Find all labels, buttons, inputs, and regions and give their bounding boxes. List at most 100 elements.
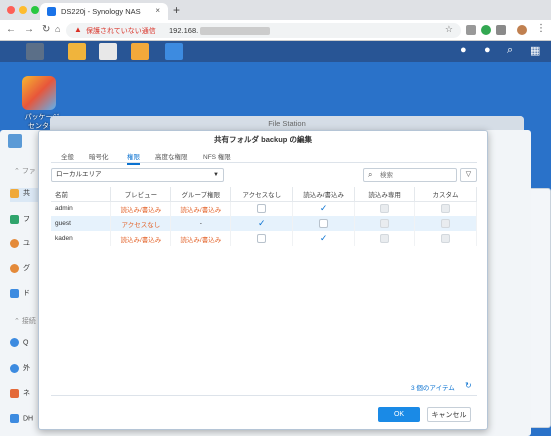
permissions-table: 名前 プレビュー グループ権限 アクセスなし 読込み/書込み 読込み専用 カスタ… [51,187,477,246]
search-icon: ⌕ [368,170,373,179]
close-window-button[interactable] [7,6,15,14]
read-write-checkmark[interactable]: ✓ [320,204,328,213]
tab-nfs-permissions[interactable]: NFS 権限 [203,151,231,161]
tab-encryption[interactable]: 暗号化 [89,151,109,161]
refresh-icon[interactable]: ↻ [465,381,472,390]
package-center-desktop-icon[interactable] [22,76,56,110]
domain-icon [10,288,19,298]
app-window-icon[interactable] [165,43,183,60]
ok-button[interactable]: OK [378,407,420,422]
table-row[interactable]: admin 読込み/書込み 読込み/書込み ✓ [51,201,477,216]
package-center-icon[interactable] [68,43,86,60]
forward-arrow-icon[interactable]: → [24,24,34,35]
column-header-preview[interactable]: プレビュー [110,187,172,202]
cancel-button[interactable]: キャンセル [427,407,471,422]
zoom-window-button[interactable] [31,6,39,14]
warning-icon: ▲ [74,25,82,34]
tab-title: DS220j - Synology NAS [61,7,141,16]
row-name: admin [51,201,112,216]
filter-icon: ▽ [465,171,472,178]
no-access-checkmark[interactable]: ✓ [258,219,266,228]
download-icon[interactable] [466,25,476,35]
custom-checkbox[interactable] [441,234,451,243]
edit-shared-folder-dialog: 共有フォルダ backup の編集 全般 暗号化 権限 高度な権限 NFS 権限… [38,130,488,430]
home-icon[interactable]: ⌂ [55,24,60,34]
filter-button[interactable]: ▽ [460,168,477,182]
tab-advanced-permissions[interactable]: 高度な権限 [155,151,188,161]
reload-icon[interactable]: ↻ [42,24,50,35]
read-only-checkbox[interactable] [380,204,390,214]
group-icon [10,263,19,273]
dialog-title: 共有フォルダ backup の編集 [214,135,312,144]
browser-menu-icon[interactable]: ⋮ [536,23,546,34]
user-icon [10,238,19,248]
browser-toolbar: ← → ↻ ⌂ ▲ 保護されていない通信 192.168. ☆ ⋮ [0,20,551,41]
footer-divider [51,395,477,396]
row-preview: 読込み/書込み [110,231,172,246]
profile-avatar[interactable] [517,25,527,35]
dhcp-icon [10,414,19,423]
table-row[interactable]: kaden 読込み/書込み 読込み/書込み ✓ [51,231,477,246]
minimize-window-button[interactable] [19,6,27,14]
address-bar[interactable]: ▲ 保護されていない通信 192.168. ☆ [66,23,461,38]
new-tab-button[interactable]: + [173,3,180,17]
back-arrow-icon[interactable]: ← [6,24,16,35]
column-header-read-write[interactable]: 読込み/書込み [292,187,356,202]
row-group-permission: - [170,216,232,231]
control-panel-logo-icon [8,134,22,148]
control-panel-icon[interactable] [99,43,117,60]
shield-extension-icon[interactable] [481,25,491,35]
column-header-name[interactable]: 名前 [51,187,112,202]
row-name: guest [51,216,112,231]
extension-icon[interactable] [496,25,506,35]
tab-close-icon[interactable]: × [155,6,160,15]
url-redacted [200,27,270,35]
folder-icon [10,188,19,198]
read-write-checkmark[interactable]: ✓ [320,234,328,243]
row-preview: 読込み/書込み [110,201,172,216]
column-header-custom[interactable]: カスタム [414,187,477,202]
search-box[interactable]: ⌕ [363,168,457,182]
row-group-permission: 読込み/書込み [170,231,232,246]
read-only-checkbox[interactable] [380,219,390,228]
column-header-group-permission[interactable]: グループ権限 [170,187,232,202]
main-menu-icon[interactable] [26,43,44,60]
quickconnect-icon [10,338,19,347]
tab-permissions[interactable]: 権限 [127,151,140,165]
browser-tab[interactable]: DS220j - Synology NAS × [40,3,168,20]
column-header-no-access[interactable]: アクセスなし [230,187,294,202]
security-warning[interactable]: 保護されていない通信 [86,26,156,36]
row-preview: アクセスなし [110,216,172,231]
file-station-icon[interactable] [131,43,149,60]
dialog-tabs: 全般 暗号化 権限 高度な権限 NFS 権限 [51,147,477,165]
row-name: kaden [51,231,112,246]
search-icon[interactable]: ⌕ [507,44,513,57]
read-only-checkbox[interactable] [380,234,390,243]
search-input[interactable] [380,170,454,180]
read-write-checkbox[interactable] [319,219,329,228]
dsm-taskbar: ● ● ⌕ ▦ [0,41,551,62]
scope-select-value: ローカルエリア [56,171,102,178]
no-access-checkbox[interactable] [257,234,267,243]
user-icon[interactable]: ● [484,44,491,56]
url-text: 192.168. [169,26,199,35]
no-access-checkbox[interactable] [257,204,267,214]
network-icon [10,388,19,398]
bookmark-star-icon[interactable]: ☆ [445,24,453,35]
globe-icon [10,363,19,373]
tab-general[interactable]: 全般 [61,151,74,161]
file-station-title: File Station [50,116,524,131]
item-count: 3 個のアイテム [411,385,455,392]
browser-tab-bar: DS220j - Synology NAS × + [0,0,551,20]
chevron-down-icon: ▼ [213,172,219,178]
custom-checkbox[interactable] [441,204,451,214]
widgets-icon[interactable]: ▦ [530,44,540,57]
column-header-read-only[interactable]: 読込み専用 [354,187,416,202]
synology-favicon-icon [47,7,56,16]
notifications-icon[interactable]: ● [460,44,467,56]
custom-checkbox[interactable] [441,219,451,228]
table-row[interactable]: guest アクセスなし - ✓ [51,216,477,231]
row-group-permission: 読込み/書込み [170,201,232,216]
scope-select[interactable]: ローカルエリア ▼ [51,168,224,182]
file-services-icon [10,214,19,224]
